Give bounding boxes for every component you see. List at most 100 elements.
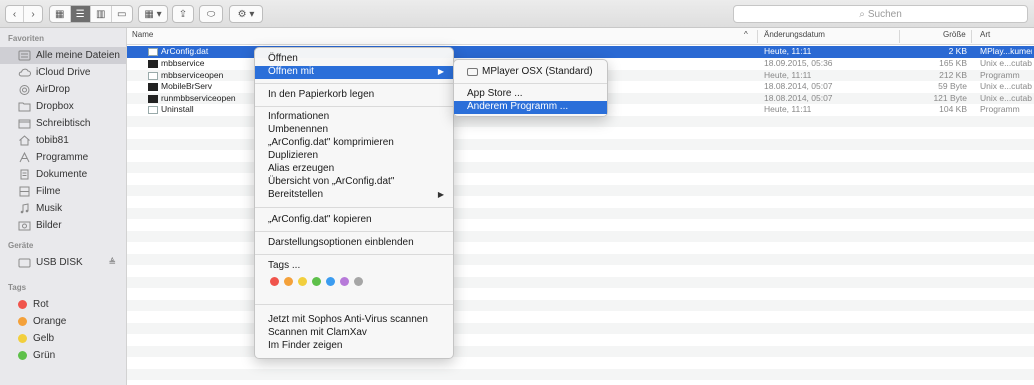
sidebar-item-applications[interactable]: Programme xyxy=(0,149,126,166)
file-size: 165 KB xyxy=(939,58,967,68)
menu-item-duplicate[interactable]: Duplizieren xyxy=(255,150,453,163)
menu-item-rename[interactable]: Umbenennen xyxy=(255,124,453,137)
tag-red-dot[interactable] xyxy=(270,277,279,286)
sidebar-item-movies[interactable]: Filme xyxy=(0,183,126,200)
column-view-button[interactable]: ▥ xyxy=(91,6,112,22)
file-kind: Unix e...cutable xyxy=(980,92,1032,103)
sidebar-item-music[interactable]: Musik xyxy=(0,200,126,217)
tag-green-dot[interactable] xyxy=(312,277,321,286)
menu-item-show-in-finder[interactable]: Im Finder zeigen xyxy=(255,340,453,353)
sidebar-item-label: Gelb xyxy=(33,333,55,344)
tag-gray-dot[interactable] xyxy=(354,277,363,286)
menu-item-show-view-options[interactable]: Darstellungsoptionen einblenden xyxy=(255,237,453,250)
sidebar-item-label: tobib81 xyxy=(36,135,69,146)
sidebar-item-usb-disk[interactable]: USB DISK ≜ xyxy=(0,254,126,271)
context-menu: Öffnen Öffnen mit ▶ In den Papierkorb le… xyxy=(254,47,454,359)
sidebar-item-all-files[interactable]: Alle meine Dateien xyxy=(0,47,126,64)
menu-item-get-info[interactable]: Informationen xyxy=(255,111,453,124)
sidebar-item-pictures[interactable]: Bilder xyxy=(0,217,126,234)
tag-color-picker xyxy=(270,277,363,286)
tag-yellow-dot[interactable] xyxy=(298,277,307,286)
icon-view-button[interactable]: ▦ xyxy=(50,6,71,22)
file-date: Heute, 11:11 xyxy=(764,46,812,56)
file-kind: Unix e...cutable xyxy=(980,81,1032,91)
tag-icon[interactable]: ⬭ xyxy=(200,6,222,22)
submenu-item-app-store[interactable]: App Store ... xyxy=(454,88,607,101)
list-view-button[interactable]: ☰ xyxy=(70,6,91,22)
sidebar-item-label: Grün xyxy=(33,350,56,361)
sidebar-tag-red[interactable]: Rot xyxy=(0,296,126,313)
sidebar-item-icloud[interactable]: iCloud Drive xyxy=(0,64,126,81)
menu-item-compress[interactable]: „ArConfig.dat" komprimieren xyxy=(255,137,453,150)
menu-item-copy[interactable]: „ArConfig.dat" kopieren xyxy=(255,214,453,227)
tag-purple-dot[interactable] xyxy=(340,277,349,286)
file-size: 121 Byte xyxy=(933,92,967,103)
menu-separator xyxy=(454,83,607,84)
menu-item-quick-look[interactable]: Übersicht von „ArConfig.dat" xyxy=(255,176,453,189)
menu-item-label: Bereitstellen xyxy=(268,189,324,200)
tag-orange-dot[interactable] xyxy=(284,277,293,286)
menu-item-make-alias[interactable]: Alias erzeugen xyxy=(255,163,453,176)
cover-flow-button[interactable]: ▭ xyxy=(112,6,132,22)
eject-icon[interactable]: ≜ xyxy=(108,257,116,268)
menu-item-open-with[interactable]: Öffnen mit ▶ xyxy=(255,66,453,79)
sidebar-item-home[interactable]: tobib81 xyxy=(0,132,126,149)
column-header-size[interactable]: Größe xyxy=(943,30,966,39)
forward-button[interactable]: › xyxy=(24,6,42,22)
sidebar: Favoriten Alle meine Dateien iCloud Driv… xyxy=(0,28,127,385)
column-divider[interactable] xyxy=(971,30,972,43)
application-icon xyxy=(148,71,158,80)
column-divider[interactable] xyxy=(757,30,758,43)
sidebar-item-label: AirDrop xyxy=(36,84,70,95)
menu-item-label: Öffnen mit xyxy=(268,66,314,77)
open-with-submenu: MPlayer OSX (Standard) App Store ... And… xyxy=(453,59,608,117)
menu-item-tags[interactable]: Tags ... xyxy=(255,260,453,273)
sidebar-item-dropbox[interactable]: Dropbox xyxy=(0,98,126,115)
share-icon[interactable]: ⇪ xyxy=(173,6,193,22)
menu-item-clamxav-scan[interactable]: Scannen mit ClamXav xyxy=(255,327,453,340)
menu-item-share[interactable]: Bereitstellen ▶ xyxy=(255,189,453,202)
sidebar-tag-orange[interactable]: Orange xyxy=(0,313,126,330)
tag-color-dot xyxy=(18,334,27,343)
sidebar-item-label: iCloud Drive xyxy=(36,67,91,78)
favorites-heading: Favoriten xyxy=(8,34,45,43)
column-header-name[interactable]: Name xyxy=(132,30,153,39)
menu-item-sophos-scan[interactable]: Jetzt mit Sophos Anti-Virus scannen xyxy=(255,314,453,327)
terminal-icon xyxy=(148,60,158,68)
back-button[interactable]: ‹ xyxy=(6,6,24,22)
menu-item-move-to-trash[interactable]: In den Papierkorb legen xyxy=(255,89,453,102)
sidebar-item-label: Musik xyxy=(36,203,63,214)
sidebar-item-airdrop[interactable]: AirDrop xyxy=(0,81,126,98)
empty-row-stripe xyxy=(127,368,1034,380)
sidebar-item-documents[interactable]: Dokumente xyxy=(0,166,126,183)
pictures-icon xyxy=(18,220,31,231)
sidebar-tag-yellow[interactable]: Gelb xyxy=(0,330,126,347)
tag-blue-dot[interactable] xyxy=(326,277,335,286)
documents-icon xyxy=(18,169,31,180)
column-header-kind[interactable]: Art xyxy=(980,30,990,39)
arrange-button[interactable]: ▦ ▾ xyxy=(139,6,167,22)
sidebar-tag-green[interactable]: Grün xyxy=(0,347,126,364)
submenu-arrow-icon: ▶ xyxy=(437,190,444,199)
search-field[interactable]: ⌕ Suchen xyxy=(733,5,1028,23)
menu-separator xyxy=(255,83,453,84)
sidebar-item-desktop[interactable]: Schreibtisch xyxy=(0,115,126,132)
search-icon: ⌕ xyxy=(859,8,865,20)
menu-separator xyxy=(255,207,453,208)
tag-color-dot xyxy=(18,317,27,326)
file-date: Heute, 11:11 xyxy=(764,69,812,80)
movies-icon xyxy=(18,186,31,197)
terminal-icon xyxy=(148,94,158,103)
menu-item-open[interactable]: Öffnen xyxy=(255,53,453,66)
mplayer-app-icon xyxy=(467,68,478,77)
submenu-item-mplayer[interactable]: MPlayer OSX (Standard) xyxy=(454,66,607,79)
uninstall-icon xyxy=(148,106,158,114)
action-gear-button[interactable]: ⚙ ▾ xyxy=(230,6,262,22)
column-header-date[interactable]: Änderungsdatum xyxy=(764,30,825,39)
share-group: ⇪ xyxy=(172,5,194,23)
sidebar-item-label: Dropbox xyxy=(36,101,74,112)
submenu-item-other-app[interactable]: Anderem Programm ... xyxy=(454,101,607,114)
column-divider[interactable] xyxy=(899,30,900,43)
file-date: Heute, 11:11 xyxy=(764,104,812,114)
terminal-icon xyxy=(148,83,158,91)
